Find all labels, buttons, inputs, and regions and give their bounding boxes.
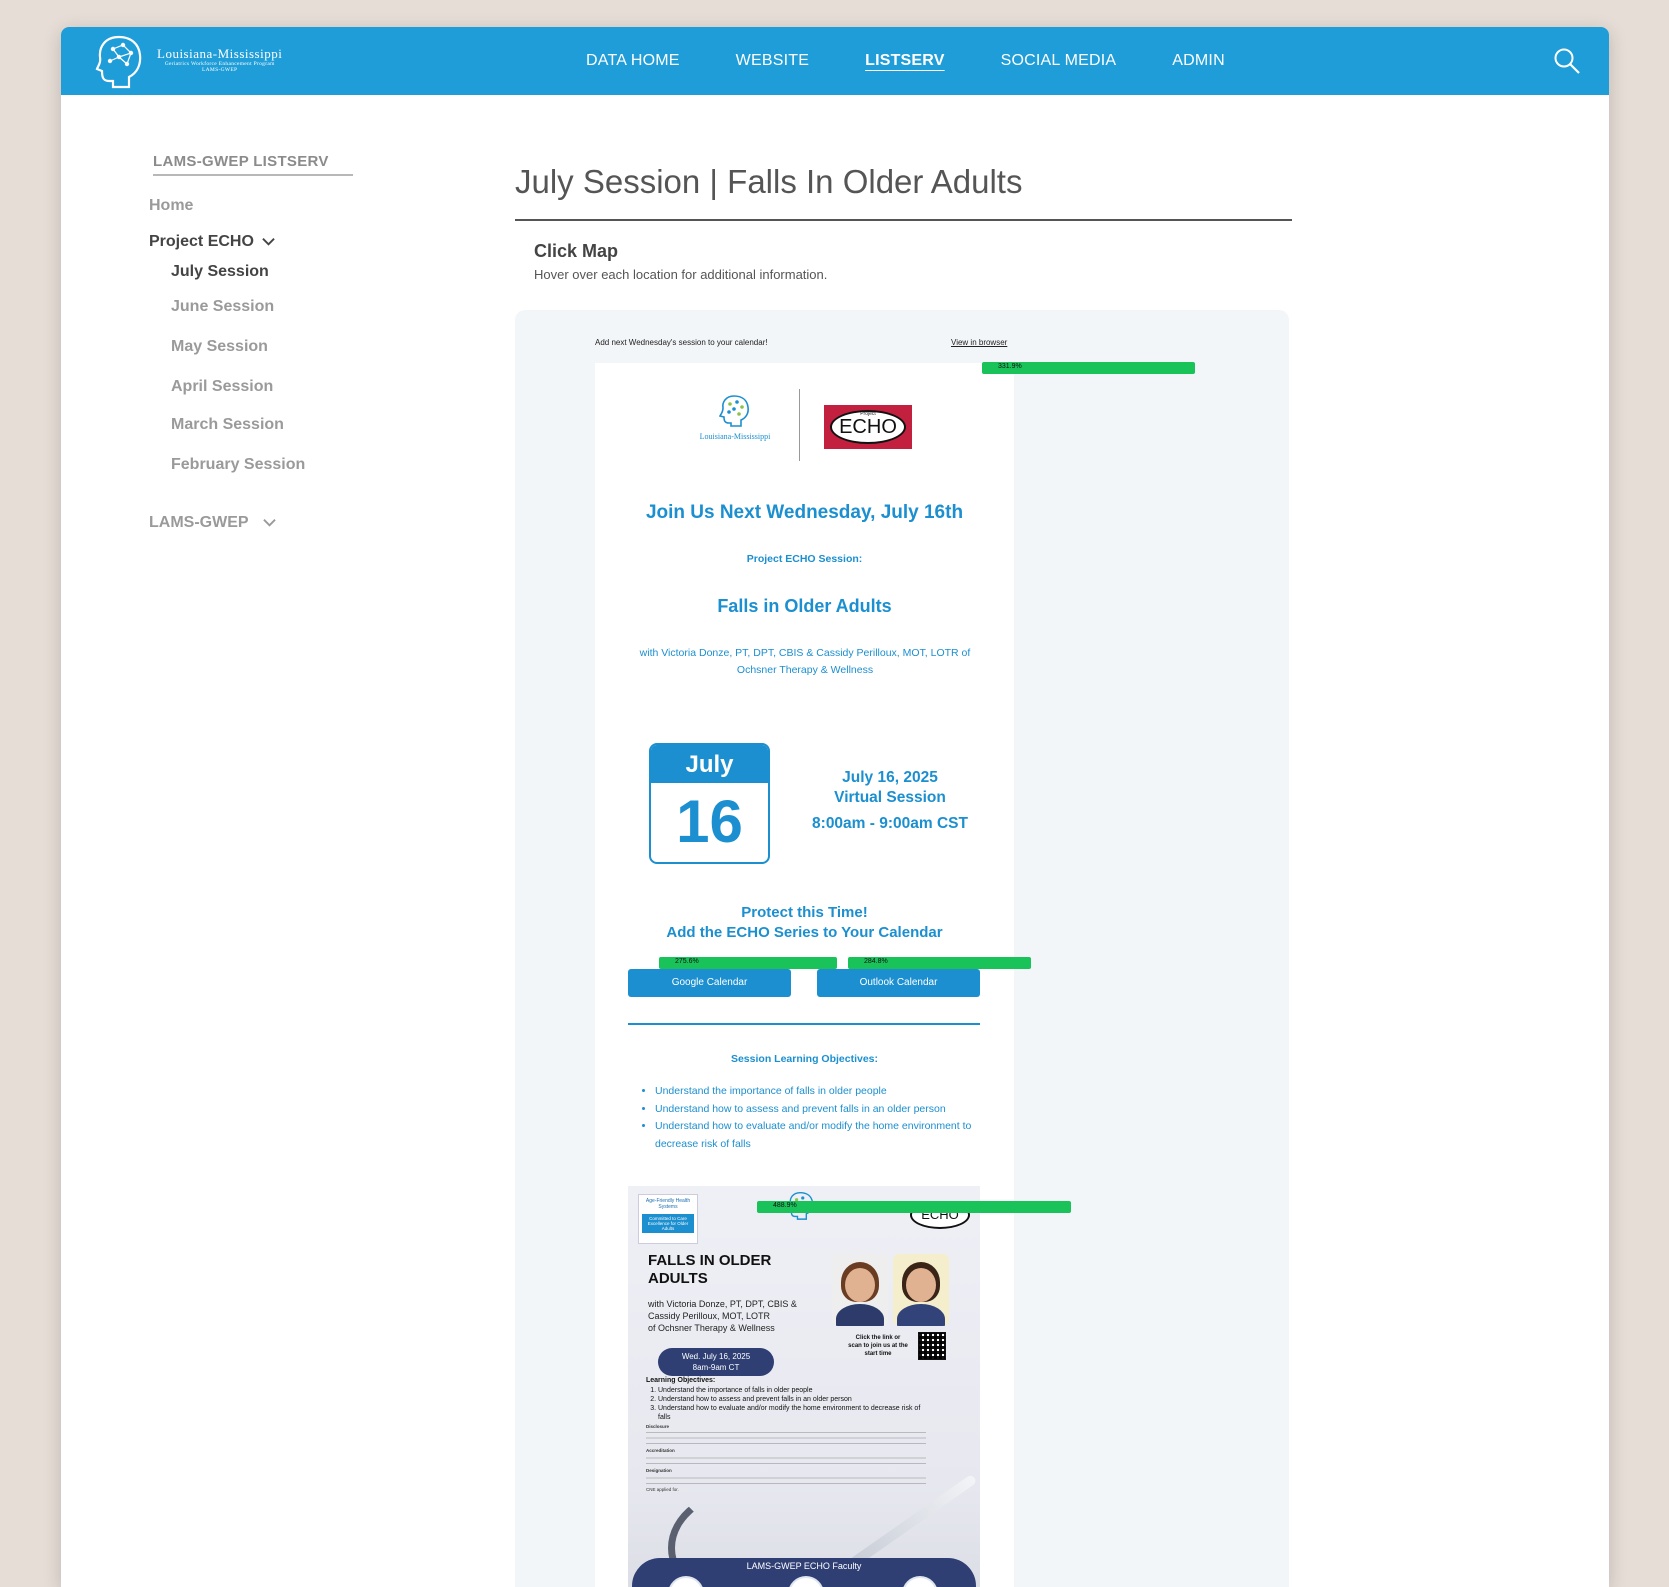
click-map-subtitle: Hover over each location for additional …	[534, 267, 828, 282]
calendar-month: July	[651, 745, 768, 783]
sidebar-item-april-session[interactable]: April Session	[171, 378, 273, 396]
presenters-text: with Victoria Donze, PT, DPT, CBIS & Cas…	[639, 647, 971, 676]
faculty-banner: LAMS-GWEP ECHO Faculty	[632, 1558, 976, 1587]
sidebar-item-home[interactable]: Home	[149, 197, 193, 215]
flyer-presenters: with Victoria Donze, PT, DPT, CBIS & Cas…	[648, 1299, 797, 1333]
sidebar-item-june-session[interactable]: June Session	[171, 298, 274, 316]
protect-line-2: Add the ECHO Series to Your Calendar	[666, 924, 943, 941]
header-divider	[799, 389, 800, 461]
sidebar-item-label: LAMS-GWEP	[149, 514, 249, 531]
session-type: Virtual Session	[834, 789, 946, 806]
sidebar-item-project-echo[interactable]: Project ECHO	[149, 233, 276, 251]
join-heading: Join Us Next Wednesday, July 16th	[645, 502, 964, 523]
list-item: Understand how to evaluate and/or modify…	[655, 1118, 1005, 1153]
presenter-photo	[893, 1254, 949, 1326]
sidebar-item-label: Project ECHO	[149, 233, 254, 250]
lams-gwep-logo: Louisiana-Mississippi	[685, 393, 785, 453]
click-overlay-flyer[interactable]: 488.9%	[757, 1201, 1071, 1213]
main-nav: DATA HOME WEBSITE LISTSERV SOCIAL MEDIA …	[586, 27, 1281, 95]
faculty-label: LAMS-GWEP ECHO Faculty	[746, 1561, 862, 1571]
sidebar-item-lams-gwep[interactable]: LAMS-GWEP	[149, 514, 276, 532]
google-calendar-button[interactable]: Google Calendar	[628, 969, 791, 997]
sidebar-item-may-session[interactable]: May Session	[171, 338, 268, 356]
chevron-down-icon	[262, 519, 276, 527]
presenter-photo	[832, 1254, 888, 1326]
faculty-avatar	[902, 1576, 938, 1587]
echo-logo-text: ECHO	[839, 415, 897, 438]
sidebar-item-february-session[interactable]: February Session	[171, 456, 305, 474]
sidebar-heading: LAMS-GWEP LISTSERV	[153, 153, 353, 176]
email-preheader: Add next Wednesday's session to your cal…	[595, 338, 768, 347]
echo-project-text: Project	[860, 411, 876, 417]
session-date: July 16, 2025	[842, 769, 938, 786]
chevron-down-icon	[262, 238, 276, 246]
faculty-avatar	[788, 1576, 824, 1587]
fine-print-lines	[646, 1430, 926, 1444]
click-overlay-view-in-browser[interactable]: 331.9%	[982, 362, 1195, 374]
list-item: Understand how to assess and prevent fal…	[655, 1101, 1005, 1119]
click-overlay-outlook-calendar[interactable]: 284.8%	[848, 957, 1031, 969]
list-item: Understand the importance of falls in ol…	[658, 1386, 928, 1395]
site-logo[interactable]: Louisiana-Mississippi Geriatrics Workfor…	[95, 33, 315, 89]
fine-print-heading: Disclosure	[646, 1424, 670, 1429]
session-title: Falls in Older Adults	[717, 596, 892, 616]
title-divider	[515, 219, 1292, 221]
click-overlay-google-calendar[interactable]: 275.6%	[659, 957, 837, 969]
outlook-calendar-button[interactable]: Outlook Calendar	[817, 969, 980, 997]
view-in-browser-link[interactable]: View in browser	[951, 338, 1007, 347]
nav-admin[interactable]: ADMIN	[1172, 52, 1225, 70]
head-logo-icon	[95, 35, 142, 89]
sidebar-item-march-session[interactable]: March Session	[171, 416, 284, 434]
fine-print-lines	[646, 1454, 926, 1464]
email-divider	[628, 1023, 980, 1025]
list-item: Understand how to evaluate and/or modify…	[658, 1404, 928, 1422]
page-title: July Session | Falls In Older Adults	[515, 163, 1023, 200]
join-note: Click the link or scan to join us at the…	[848, 1335, 908, 1357]
protect-line-1: Protect this Time!	[741, 904, 868, 921]
flyer-title: FALLS IN OLDER ADULTS	[648, 1252, 772, 1287]
lams-logo-text: Louisiana-Mississippi	[699, 432, 771, 441]
calendar-day: 16	[676, 788, 743, 855]
top-navbar: Louisiana-Mississippi Geriatrics Workfor…	[61, 27, 1609, 95]
protect-time-heading: Protect this Time! Add the ECHO Series t…	[595, 903, 1014, 943]
objectives-list: Understand the importance of falls in ol…	[645, 1083, 1005, 1153]
fine-print-heading: Accreditation	[646, 1448, 675, 1453]
qr-code-icon[interactable]	[918, 1332, 946, 1360]
fine-print-heading: Designation	[646, 1468, 672, 1473]
flyer-objectives-heading: Learning Objectives:	[646, 1377, 716, 1384]
list-item: Understand the importance of falls in ol…	[655, 1083, 1005, 1101]
app-window: Louisiana-Mississippi Geriatrics Workfor…	[61, 27, 1609, 1587]
project-echo-logo: Project ECHO	[824, 405, 912, 449]
head-logo-icon	[718, 395, 749, 427]
logo-title: Louisiana-Mississippi	[157, 46, 283, 61]
project-session-label: Project ECHO Session:	[746, 553, 863, 565]
nav-website[interactable]: WEBSITE	[736, 52, 809, 70]
logo-acronym: LAMS-GWEP	[201, 67, 238, 74]
email-preview: Louisiana-Mississippi Project ECHO Join …	[595, 363, 1014, 1587]
list-item: Understand how to assess and prevent fal…	[658, 1395, 928, 1404]
flyer-objectives-list: Understand the importance of falls in ol…	[646, 1386, 928, 1422]
calendar-graphic: July 16	[649, 743, 770, 864]
faculty-avatar	[668, 1576, 704, 1587]
session-time: 8:00am - 9:00am CST	[812, 815, 968, 832]
flyer-date-pill: Wed. July 16, 2025 8am-9am CT	[658, 1348, 774, 1376]
nav-social-media[interactable]: SOCIAL MEDIA	[1001, 52, 1117, 70]
sidebar-item-july-session[interactable]: July Session	[171, 263, 269, 281]
age-friendly-badge: Age-Friendly Health Systems Committed to…	[638, 1194, 698, 1244]
nav-listserv[interactable]: LISTSERV	[865, 52, 945, 70]
nav-data-home[interactable]: DATA HOME	[586, 52, 680, 70]
search-icon[interactable]	[1553, 47, 1581, 75]
click-map-title: Click Map	[534, 241, 619, 261]
session-flyer[interactable]: Age-Friendly Health Systems Committed to…	[628, 1186, 980, 1587]
objectives-heading: Session Learning Objectives:	[730, 1053, 879, 1065]
fine-print-lines	[646, 1474, 926, 1484]
